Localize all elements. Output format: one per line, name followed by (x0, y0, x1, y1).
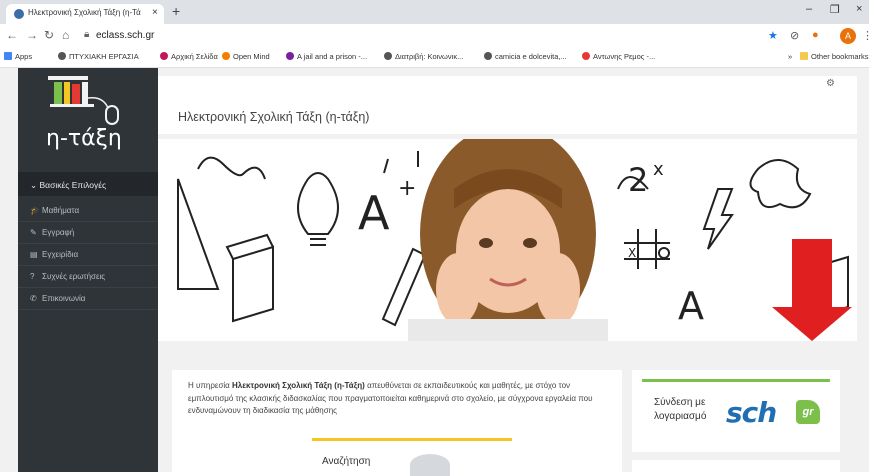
new-tab-button[interactable]: + (172, 3, 180, 19)
service-description: Η υπηρεσία Ηλεκτρονική Σχολική Τάξη (η-Τ… (188, 381, 593, 415)
question-circle-icon: ? (30, 272, 35, 281)
banner-illustration: A + 2 x X A (177, 139, 852, 341)
pencil-square-icon: ✎ (30, 228, 37, 237)
bookmark-item[interactable]: camicia e dolcevita,... (484, 52, 567, 61)
profile-avatar[interactable]: A (840, 28, 856, 44)
info-panel: Η υπηρεσία Ηλεκτρονική Σχολική Τάξη (η-Τ… (172, 370, 622, 476)
hero-banner: A + 2 x X A (158, 139, 857, 341)
svg-text:+: + (398, 176, 416, 201)
bookmark-item[interactable]: A jail and a prison -... (286, 52, 367, 61)
youtube-icon (582, 52, 590, 60)
bookmark-site-icon (160, 52, 168, 60)
sch-logo[interactable]: sch (726, 396, 777, 429)
svg-text:A: A (358, 186, 390, 240)
globe-icon (58, 52, 66, 60)
globe-icon (484, 52, 492, 60)
other-bookmarks[interactable]: Other bookmarks (800, 52, 869, 61)
bookmark-apps[interactable]: Apps (4, 52, 32, 61)
header: ⚙ Ηλεκτρονική Σχολική Τάξη (η-τάξη) (158, 76, 857, 134)
url-field[interactable]: eclass.sch.gr (96, 30, 154, 41)
back-arrow-icon[interactable]: ← (6, 28, 18, 42)
tab-title: Ηλεκτρονική Σχολική Τάξη (η-Τά (28, 8, 141, 17)
menu-dots-icon[interactable]: ⋮ (862, 29, 869, 42)
sidebar-item-register[interactable]: ✎ Εγγραφή (18, 222, 158, 244)
bookmark-site-icon (286, 52, 294, 60)
sidebar-item-contact[interactable]: ✆ Επικοινωνία (18, 288, 158, 310)
settings-icon[interactable]: ⚙ (826, 78, 835, 89)
menu-header[interactable]: ⌄ Βασικές Επιλογές (18, 172, 158, 196)
folder-icon (800, 52, 808, 60)
globe-icon (384, 52, 392, 60)
bookmark-star-icon[interactable]: ★ (768, 29, 778, 42)
maximize-button[interactable]: ❐ (830, 3, 840, 16)
bookmark-item[interactable]: Αντωνης Ρεμος -... (582, 52, 655, 61)
bookmark-item[interactable]: ΠΤΥΧΙΑΚΗ ΕΡΓΑΣΙΑ (58, 52, 139, 61)
svg-text:A: A (678, 284, 704, 328)
graduation-cap-icon: 🎓 (30, 206, 40, 215)
address-bar-row: ← → ↻ ⌂ 🔒︎ eclass.sch.gr ★ ⊘ ● A ⋮ (0, 24, 869, 48)
login-label[interactable]: Σύνδεση με λογαριασμό (654, 396, 724, 424)
secondary-panel (632, 460, 840, 472)
tab-close-icon[interactable]: × (152, 7, 158, 18)
bookmark-item[interactable]: Αρχική Σελίδα (160, 52, 218, 61)
logo-text: η-τάξη (46, 126, 122, 151)
main-area: ⚙ Ηλεκτρονική Σχολική Τάξη (η-τάξη) A + … (158, 68, 857, 476)
search-illustration-icon (410, 454, 450, 476)
svg-text:2: 2 (628, 161, 648, 199)
books-mouse-logo-icon (48, 76, 119, 125)
red-arrow-icon (792, 239, 832, 309)
bookmark-item[interactable]: Διατριβή: Κοινωνικ... (384, 52, 463, 61)
sidebar-item-manuals[interactable]: ▤ Εγχειρίδια (18, 244, 158, 266)
bookmark-site-icon (222, 52, 230, 60)
bookmarks-bar: Apps ΠΤΥΧΙΑΚΗ ΕΡΓΑΣΙΑ Αρχική Σελίδα Open… (0, 48, 869, 68)
home-icon[interactable]: ⌂ (62, 28, 69, 42)
document-icon: ▤ (30, 250, 38, 259)
lock-icon[interactable]: 🔒︎ (84, 29, 89, 40)
yellow-divider (312, 438, 512, 441)
page-content: η-τάξη ⌄ Βασικές Επιλογές 🎓 Μαθήματα ✎ Εγγ… (0, 68, 869, 476)
sidebar-item-courses[interactable]: 🎓 Μαθήματα (18, 200, 158, 222)
more-bookmarks-chevron[interactable]: » (788, 52, 792, 61)
phone-icon: ✆ (30, 294, 37, 303)
search-label[interactable]: Αναζήτηση (322, 456, 370, 467)
service-name: Ηλεκτρονική Σχολική Τάξη (η-Τάξη) (232, 381, 365, 390)
tab-strip: Ηλεκτρονική Σχολική Τάξη (η-Τά × + – ❐ × (0, 0, 869, 24)
close-window-button[interactable]: × (856, 3, 862, 15)
extension-block-icon[interactable]: ⊘ (790, 29, 799, 42)
sidebar-item-faq[interactable]: ? Συχνές ερωτήσεις (18, 266, 158, 288)
minimize-button[interactable]: – (806, 3, 812, 15)
login-panel[interactable]: Σύνδεση με λογαριασμό sch gr (632, 370, 840, 452)
reload-icon[interactable]: ↻ (44, 28, 54, 42)
sch-gr-badge[interactable]: gr (796, 400, 820, 424)
browser-tab[interactable]: Ηλεκτρονική Σχολική Τάξη (η-Τά × (6, 4, 164, 24)
apps-grid-icon (4, 52, 12, 60)
forward-arrow-icon[interactable]: → (26, 28, 38, 42)
extension-icon[interactable]: ● (812, 29, 819, 41)
svg-text:X: X (628, 246, 636, 260)
site-logo[interactable]: η-τάξη (18, 68, 158, 172)
svg-text:x: x (653, 159, 664, 180)
sidebar: η-τάξη ⌄ Βασικές Επιλογές 🎓 Μαθήματα ✎ Εγγ… (18, 68, 158, 472)
site-favicon-icon (14, 9, 24, 19)
green-divider (642, 379, 830, 382)
bookmark-item[interactable]: Open Mind (222, 52, 270, 61)
page-title: Ηλεκτρονική Σχολική Τάξη (η-τάξη) (178, 110, 370, 124)
